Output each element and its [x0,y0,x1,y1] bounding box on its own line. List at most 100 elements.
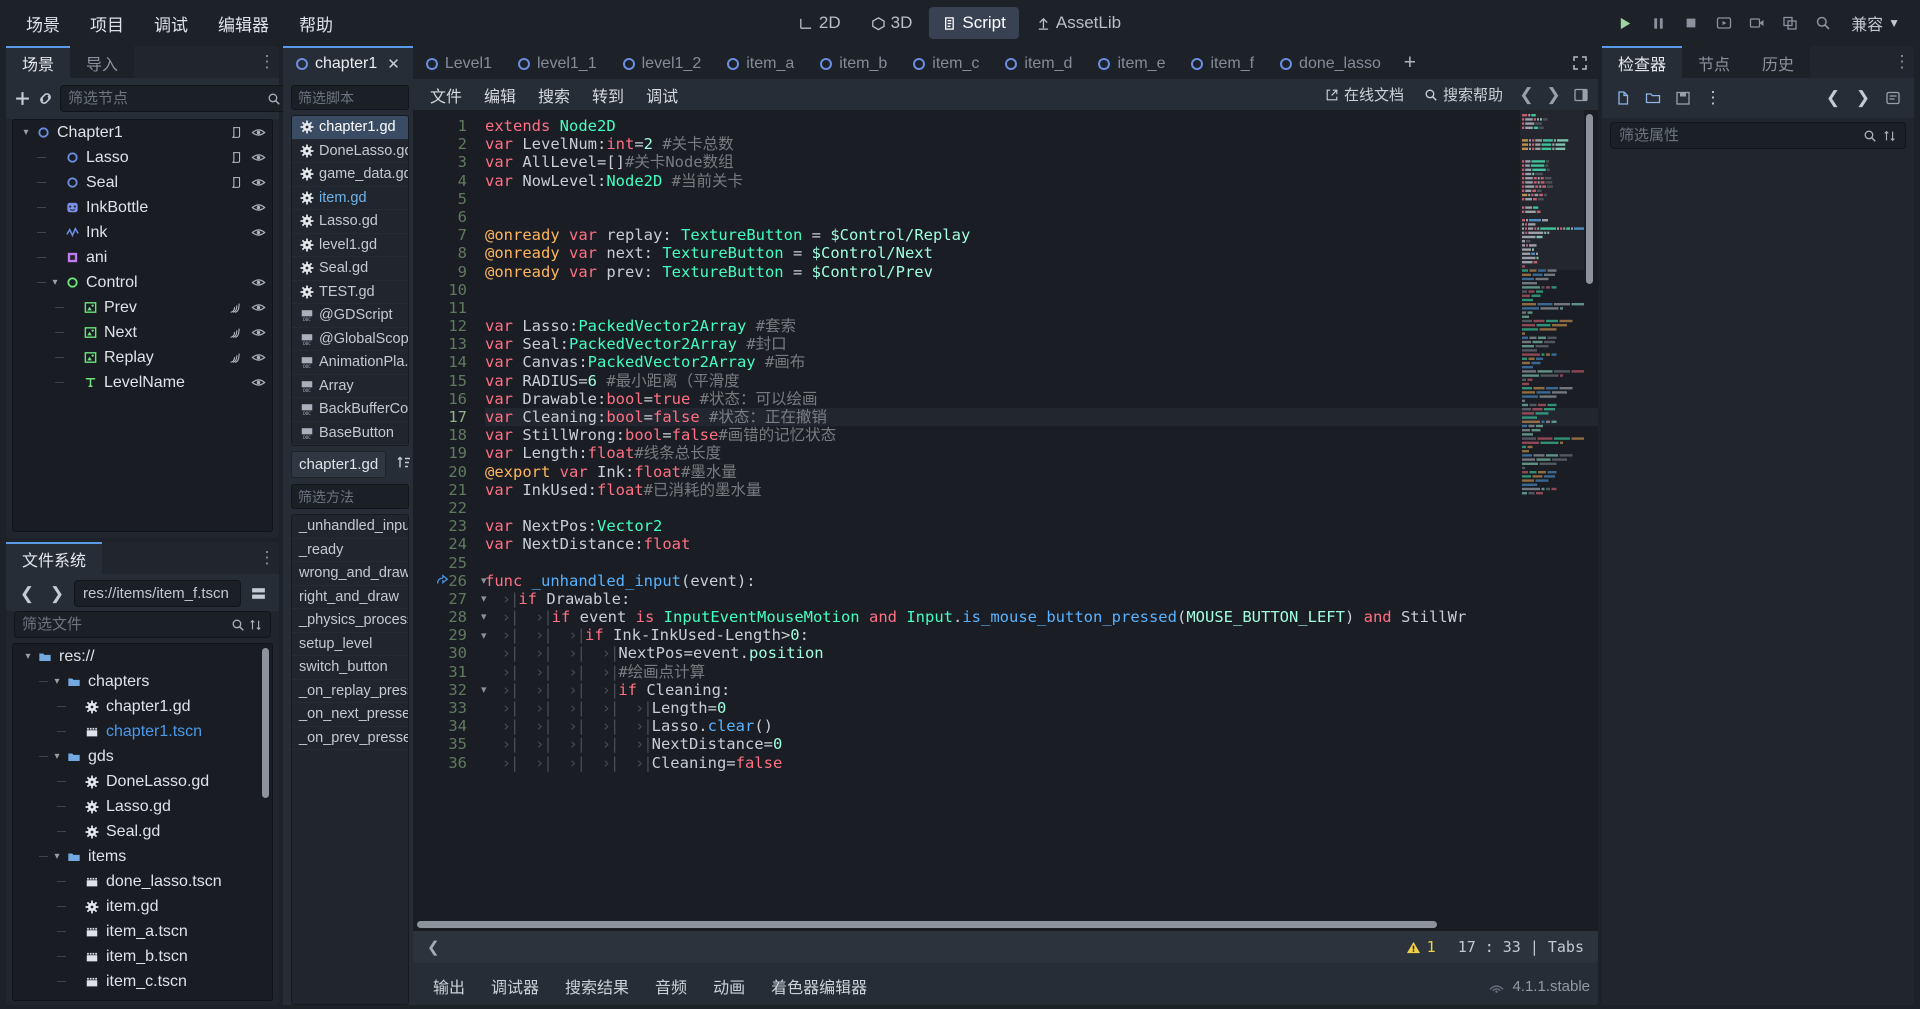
scene-tree-item-levelname[interactable]: LevelName [13,370,272,395]
file-tree-item[interactable]: ▾ items [13,844,272,869]
scene-tree-item-ani[interactable]: ani [13,245,272,270]
stop-button[interactable] [1676,8,1706,38]
indent-mode[interactable]: Tabs [1548,938,1584,956]
method-list-item[interactable]: _ready [292,539,408,562]
visibility-icon[interactable] [251,175,266,190]
visibility-icon[interactable] [251,350,266,365]
scene-tree-item-lasso[interactable]: Lasso [13,145,272,170]
menu-item-3[interactable]: 编辑器 [204,5,283,42]
file-tree[interactable]: ▾ res:// ▾ chapters chapter1.gd chapter1.tscn… [12,643,273,1001]
visibility-icon[interactable] [251,125,266,140]
script-list-item[interactable]: DOC AnimationPla... [292,351,408,375]
scene-tree-item-next[interactable]: Next [13,320,272,345]
file-filter-box[interactable] [14,611,271,638]
menu-item-2[interactable]: 调试 [140,5,202,42]
file-tree-item[interactable]: ▾ chapters [13,669,272,694]
script-tab-item_f[interactable]: item_f [1178,46,1267,79]
expand-arrow[interactable]: ▾ [48,277,62,288]
file-tree-item[interactable]: item_a.tscn [13,919,272,944]
fs-back-button[interactable]: ❮ [14,581,40,607]
search-help-button[interactable]: 搜索帮助 [1416,80,1511,109]
method-list-item[interactable]: wrong_and_draw [292,562,408,586]
inspector-panel-menu[interactable]: ⋮ [1890,46,1914,78]
expand-icon[interactable] [1568,51,1592,75]
fold-arrow[interactable]: ▾ [481,627,487,645]
scene-tree-item-seal[interactable]: Seal [13,170,272,195]
script-list-item[interactable]: chapter1.gd [292,116,408,140]
inspector-tab-0[interactable]: 检查器 [1602,46,1683,78]
open-folder-icon[interactable] [1640,85,1666,111]
script-file-list[interactable]: chapter1.gd DoneLasso.gd game_data.gd item.… [291,115,409,446]
method-list-item[interactable]: _physics_process [292,609,408,633]
script-list-item[interactable]: game_data.gd [292,163,408,187]
script-tab-item_a[interactable]: item_a [714,46,807,79]
code-vertical-scrollbar[interactable] [1586,114,1594,915]
scene-tree-item-prev[interactable]: Prev [13,295,272,320]
expand-arrow[interactable]: ▾ [50,851,64,862]
inspector-tab-2[interactable]: 历史 [1746,46,1811,78]
file-tree-item[interactable]: Seal.gd [13,819,272,844]
code-horizontal-scrollbar[interactable] [413,921,1598,929]
filesystem-options-menu[interactable]: ⋮ [255,542,279,574]
bottom-panel-2[interactable]: 搜索结果 [553,969,641,1003]
scene-tree-item-inkbottle[interactable]: InkBottle [13,195,272,220]
visibility-icon[interactable] [251,275,266,290]
visibility-icon[interactable] [251,150,266,165]
bottom-panel-1[interactable]: 调试器 [479,969,551,1003]
script-list-item[interactable]: TEST.gd [292,281,408,304]
new-resource-icon[interactable] [1610,85,1636,111]
bottom-panel-4[interactable]: 动画 [701,969,757,1003]
fs-forward-button[interactable]: ❯ [44,581,70,607]
file-tree-item[interactable]: item_b.tscn [13,944,272,969]
file-tree-item[interactable]: Lasso.gd [13,794,272,819]
method-list-item[interactable]: _on_next_pressed [292,703,408,727]
visibility-icon[interactable] [251,200,266,215]
visibility-icon[interactable] [251,300,266,315]
method-list-item[interactable]: _on_replay_pressed [292,680,408,703]
signal-icon[interactable] [228,326,242,340]
fold-arrow[interactable]: ▾ [481,590,487,608]
fold-arrow[interactable]: ▾ [481,572,487,590]
file-tree-item[interactable]: done_lasso.tscn [13,869,272,894]
split-mode-icon[interactable] [245,581,271,607]
method-list[interactable]: _unhandled_input _ready wrong_and_draw righ… [291,514,409,1005]
scene-tree-item-replay[interactable]: Replay [13,345,272,370]
sort-methods-icon[interactable] [394,449,413,475]
renderer-selector[interactable]: 兼容 ▼ [1841,6,1910,40]
arrow-left-icon[interactable]: ❮ [1820,85,1846,111]
scene-tree-item-chapter1[interactable]: ▾ Chapter1 [13,120,272,145]
visibility-icon[interactable] [251,325,266,340]
visibility-icon[interactable] [251,375,266,390]
bottom-panel-5[interactable]: 着色器编辑器 [759,969,879,1003]
script-tab-item_e[interactable]: item_e [1085,46,1178,79]
script-list-item[interactable]: Lasso.gd [292,210,408,234]
tab-filesystem[interactable]: 文件系统 [6,542,103,574]
history-back-button[interactable]: ❮ [1515,83,1538,106]
script-attached-icon[interactable] [229,126,242,139]
expand-arrow[interactable]: ▾ [50,751,64,762]
file-tree-item[interactable]: ▾ res:// [13,644,272,669]
script-menu-4[interactable]: 调试 [635,79,689,111]
online-docs-button[interactable]: 在线文档 [1317,80,1412,109]
script-tab-done_lasso[interactable]: done_lasso [1267,46,1394,79]
script-tab-Level1[interactable]: Level1 [413,46,505,79]
movie-writer-button[interactable] [1742,8,1772,38]
script-menu-1[interactable]: 编辑 [473,79,527,111]
script-list-item[interactable]: DOC @GlobalScope [292,328,408,351]
file-tree-item[interactable]: item_c.tscn [13,969,272,994]
arrow-right-icon[interactable]: ❯ [1850,85,1876,111]
history-forward-button[interactable]: ❯ [1542,83,1565,106]
method-filter-box[interactable] [291,484,479,509]
tab-import[interactable]: 导入 [70,46,135,78]
mode-assetlib[interactable]: AssetLib [1023,7,1134,39]
method-list-item[interactable]: setup_level [292,633,408,656]
instance-scene-button[interactable] [37,86,54,112]
remote-debug-button[interactable] [1775,8,1805,38]
script-list-item[interactable]: DOC @GDScript [292,304,408,328]
script-list-item[interactable]: DOC BackBufferCo... [292,398,408,422]
code-view[interactable]: 1 2 3 4 5 6 7 8 9 10 11 12 13 14 15 16 17 18 19 20 21 22 23 24 2… [413,110,1598,931]
expand-arrow[interactable]: ▾ [21,651,35,662]
close-icon[interactable]: ✕ [387,55,400,73]
file-tree-item[interactable]: chapter1.tscn [13,719,272,744]
play-scene-button[interactable] [1709,8,1739,38]
